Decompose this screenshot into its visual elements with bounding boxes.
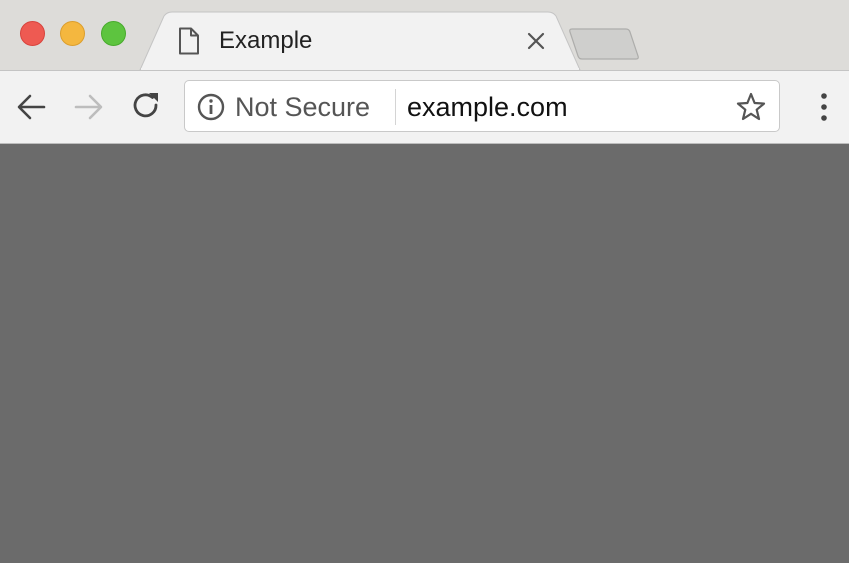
- url-text[interactable]: example.com: [407, 92, 568, 122]
- star-icon[interactable]: [735, 91, 767, 123]
- tab-strip: Example: [0, 0, 849, 72]
- info-icon[interactable]: [197, 93, 225, 121]
- reload-icon[interactable]: [128, 88, 164, 124]
- more-vertical-icon[interactable]: [806, 89, 842, 125]
- security-status-label[interactable]: Not Secure: [235, 92, 370, 122]
- tab-title: Example: [219, 27, 313, 54]
- back-arrow-icon[interactable]: [14, 89, 50, 125]
- omnibox-divider: [395, 89, 396, 125]
- page-icon: [179, 27, 199, 55]
- toolbar: Not Secure example.com: [0, 70, 849, 144]
- page-content: [0, 144, 849, 563]
- new-tab-button[interactable]: [568, 27, 640, 61]
- browser-window: Example Not Secure example.com: [0, 0, 849, 563]
- forward-arrow-icon[interactable]: [71, 89, 107, 125]
- address-bar[interactable]: Not Secure example.com: [184, 80, 780, 132]
- close-icon[interactable]: [524, 29, 548, 53]
- active-tab-shape: [139, 11, 581, 72]
